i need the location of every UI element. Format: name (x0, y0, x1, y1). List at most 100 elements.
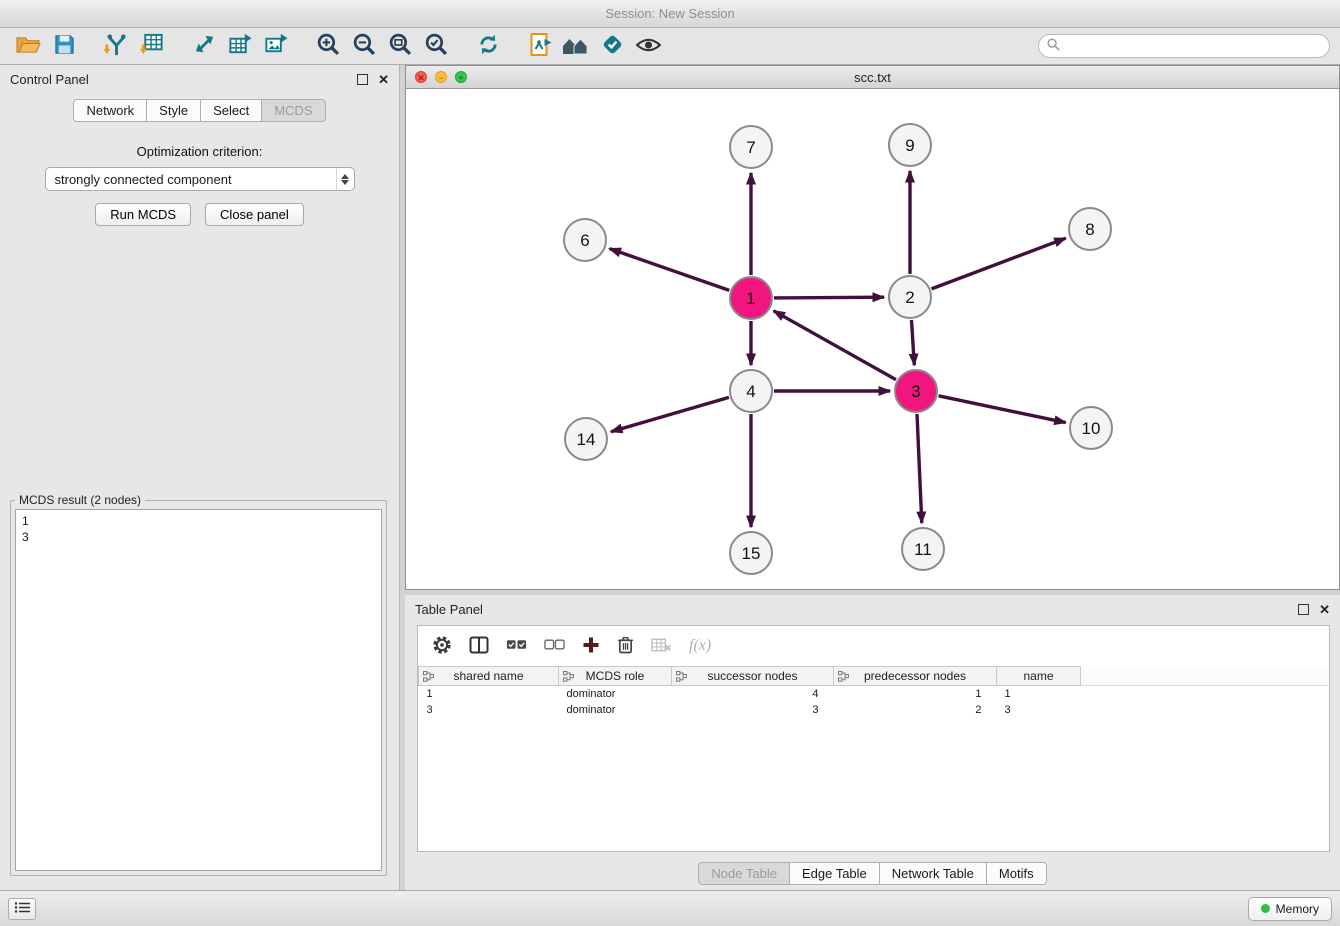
table-cell[interactable]: 1 (419, 686, 559, 702)
zoom-in-button[interactable] (310, 31, 346, 61)
save-session-button[interactable] (46, 31, 82, 61)
close-panel-icon[interactable]: ✕ (1319, 604, 1330, 615)
home-networks-button[interactable] (558, 31, 594, 61)
table-cell[interactable]: 1 (834, 686, 997, 702)
minimize-window-button[interactable]: − (435, 71, 447, 83)
column-header-mcds-role[interactable]: MCDS role (559, 667, 672, 686)
export-network-button[interactable] (186, 31, 222, 61)
table-cell[interactable]: 3 (997, 702, 1081, 718)
tab-mcds[interactable]: MCDS (261, 99, 325, 122)
select-all-columns-button[interactable] (506, 638, 527, 654)
mcds-result-line: 1 (22, 513, 375, 529)
graph-node-8[interactable]: 8 (1069, 208, 1111, 250)
column-tree-icon (423, 671, 434, 685)
list-icon (14, 901, 31, 917)
create-column-button[interactable] (582, 636, 600, 657)
memory-button[interactable]: Memory (1248, 897, 1332, 921)
float-panel-icon[interactable] (1298, 604, 1309, 615)
graph-edge-1-6[interactable] (610, 249, 730, 291)
table-settings-button[interactable] (432, 635, 452, 658)
tab-node-table[interactable]: Node Table (698, 862, 790, 885)
zoom-out-icon (352, 32, 377, 60)
import-network-file-button[interactable] (98, 31, 134, 61)
node-table-body: 1dominator4113dominator323 (419, 686, 1328, 718)
delete-column-button[interactable] (617, 635, 634, 657)
zoom-window-button[interactable]: + (455, 71, 467, 83)
graph-node-11[interactable]: 11 (902, 528, 944, 570)
delete-table-button[interactable] (651, 637, 672, 656)
export-image-button[interactable] (258, 31, 294, 61)
eye-icon (636, 36, 661, 57)
zoom-selected-button[interactable] (418, 31, 454, 61)
control-panel-tabs: Network Style Select MCDS (0, 99, 399, 122)
close-window-button[interactable]: ✕ (415, 71, 427, 83)
graph-node-10[interactable]: 10 (1070, 407, 1112, 449)
tab-edge-table[interactable]: Edge Table (789, 862, 880, 885)
graph-edge-1-2[interactable] (774, 297, 884, 298)
column-header-name[interactable]: name (997, 667, 1081, 686)
graph-edge-3-1[interactable] (774, 311, 896, 380)
graph-node-2[interactable]: 2 (889, 276, 931, 318)
graph-edge-2-8[interactable] (932, 238, 1066, 289)
zoom-fit-button[interactable] (382, 31, 418, 61)
run-mcds-button[interactable]: Run MCDS (95, 203, 191, 226)
show-panel-list-button[interactable] (8, 898, 36, 920)
table-cell[interactable]: dominator (559, 686, 672, 702)
deselect-all-columns-button[interactable] (544, 638, 565, 654)
svg-text:9: 9 (905, 136, 914, 155)
show-columns-button[interactable] (469, 636, 489, 657)
graph-node-6[interactable]: 6 (564, 219, 606, 261)
table-cell[interactable]: dominator (559, 702, 672, 718)
graph-node-7[interactable]: 7 (730, 126, 772, 168)
tab-select[interactable]: Select (200, 99, 262, 122)
search-input[interactable] (1066, 39, 1321, 53)
svg-text:15: 15 (742, 544, 761, 563)
column-header-successor-nodes[interactable]: successor nodes (672, 667, 834, 686)
apply-style-button[interactable] (594, 31, 630, 61)
criterion-select[interactable]: strongly connected component (45, 167, 355, 191)
network-document-button[interactable] (522, 31, 558, 61)
table-row[interactable]: 3dominator323 (419, 702, 1328, 718)
tab-network-table[interactable]: Network Table (879, 862, 987, 885)
table-row[interactable]: 1dominator411 (419, 686, 1328, 702)
graph-node-15[interactable]: 15 (730, 532, 772, 574)
node-table-card: f(x) shared name MCDS role successor nod… (417, 625, 1330, 852)
graph-node-1[interactable]: 1 (730, 277, 772, 319)
graph-edge-3-11[interactable] (917, 414, 922, 523)
table-cell[interactable]: 4 (672, 686, 834, 702)
function-builder-button[interactable]: f(x) (689, 637, 711, 655)
import-table-file-button[interactable] (134, 31, 170, 61)
table-cell[interactable]: 3 (672, 702, 834, 718)
export-table-button[interactable] (222, 31, 258, 61)
tab-motifs[interactable]: Motifs (986, 862, 1047, 885)
mcds-result-groupbox: MCDS result (2 nodes) 1 3 (10, 493, 387, 876)
graph-node-3[interactable]: 3 (895, 370, 937, 412)
refresh-layout-button[interactable] (470, 31, 506, 61)
svg-text:10: 10 (1082, 419, 1101, 438)
import-network-icon (103, 32, 130, 60)
plus-icon (582, 636, 600, 657)
graph-node-4[interactable]: 4 (730, 370, 772, 412)
zoom-fit-icon (388, 32, 413, 60)
zoom-out-button[interactable] (346, 31, 382, 61)
graph-edge-4-14[interactable] (611, 397, 729, 431)
close-panel-button[interactable]: Close panel (205, 203, 304, 226)
open-session-button[interactable] (10, 31, 46, 61)
column-header-shared-name[interactable]: shared name (419, 667, 559, 686)
graph-edge-3-10[interactable] (939, 396, 1066, 423)
tab-network[interactable]: Network (73, 99, 147, 122)
table-cell[interactable]: 3 (419, 702, 559, 718)
table-cell[interactable]: 2 (834, 702, 997, 718)
close-panel-icon[interactable]: ✕ (378, 74, 389, 85)
network-view[interactable]: 7 9 6 8 1 2 4 3 14 10 15 11 (406, 89, 1339, 589)
tab-style[interactable]: Style (146, 99, 201, 122)
network-canvas[interactable]: 7 9 6 8 1 2 4 3 14 10 15 11 (406, 89, 1339, 589)
column-header-predecessor-nodes[interactable]: predecessor nodes (834, 667, 997, 686)
float-panel-icon[interactable] (357, 74, 368, 85)
graph-node-9[interactable]: 9 (889, 124, 931, 166)
show-hide-button[interactable] (630, 31, 666, 61)
table-cell[interactable]: 1 (997, 686, 1081, 702)
graph-edge-2-3[interactable] (912, 320, 915, 365)
graph-node-14[interactable]: 14 (565, 418, 607, 460)
network-window-titlebar[interactable]: ✕ − + scc.txt (406, 66, 1339, 89)
